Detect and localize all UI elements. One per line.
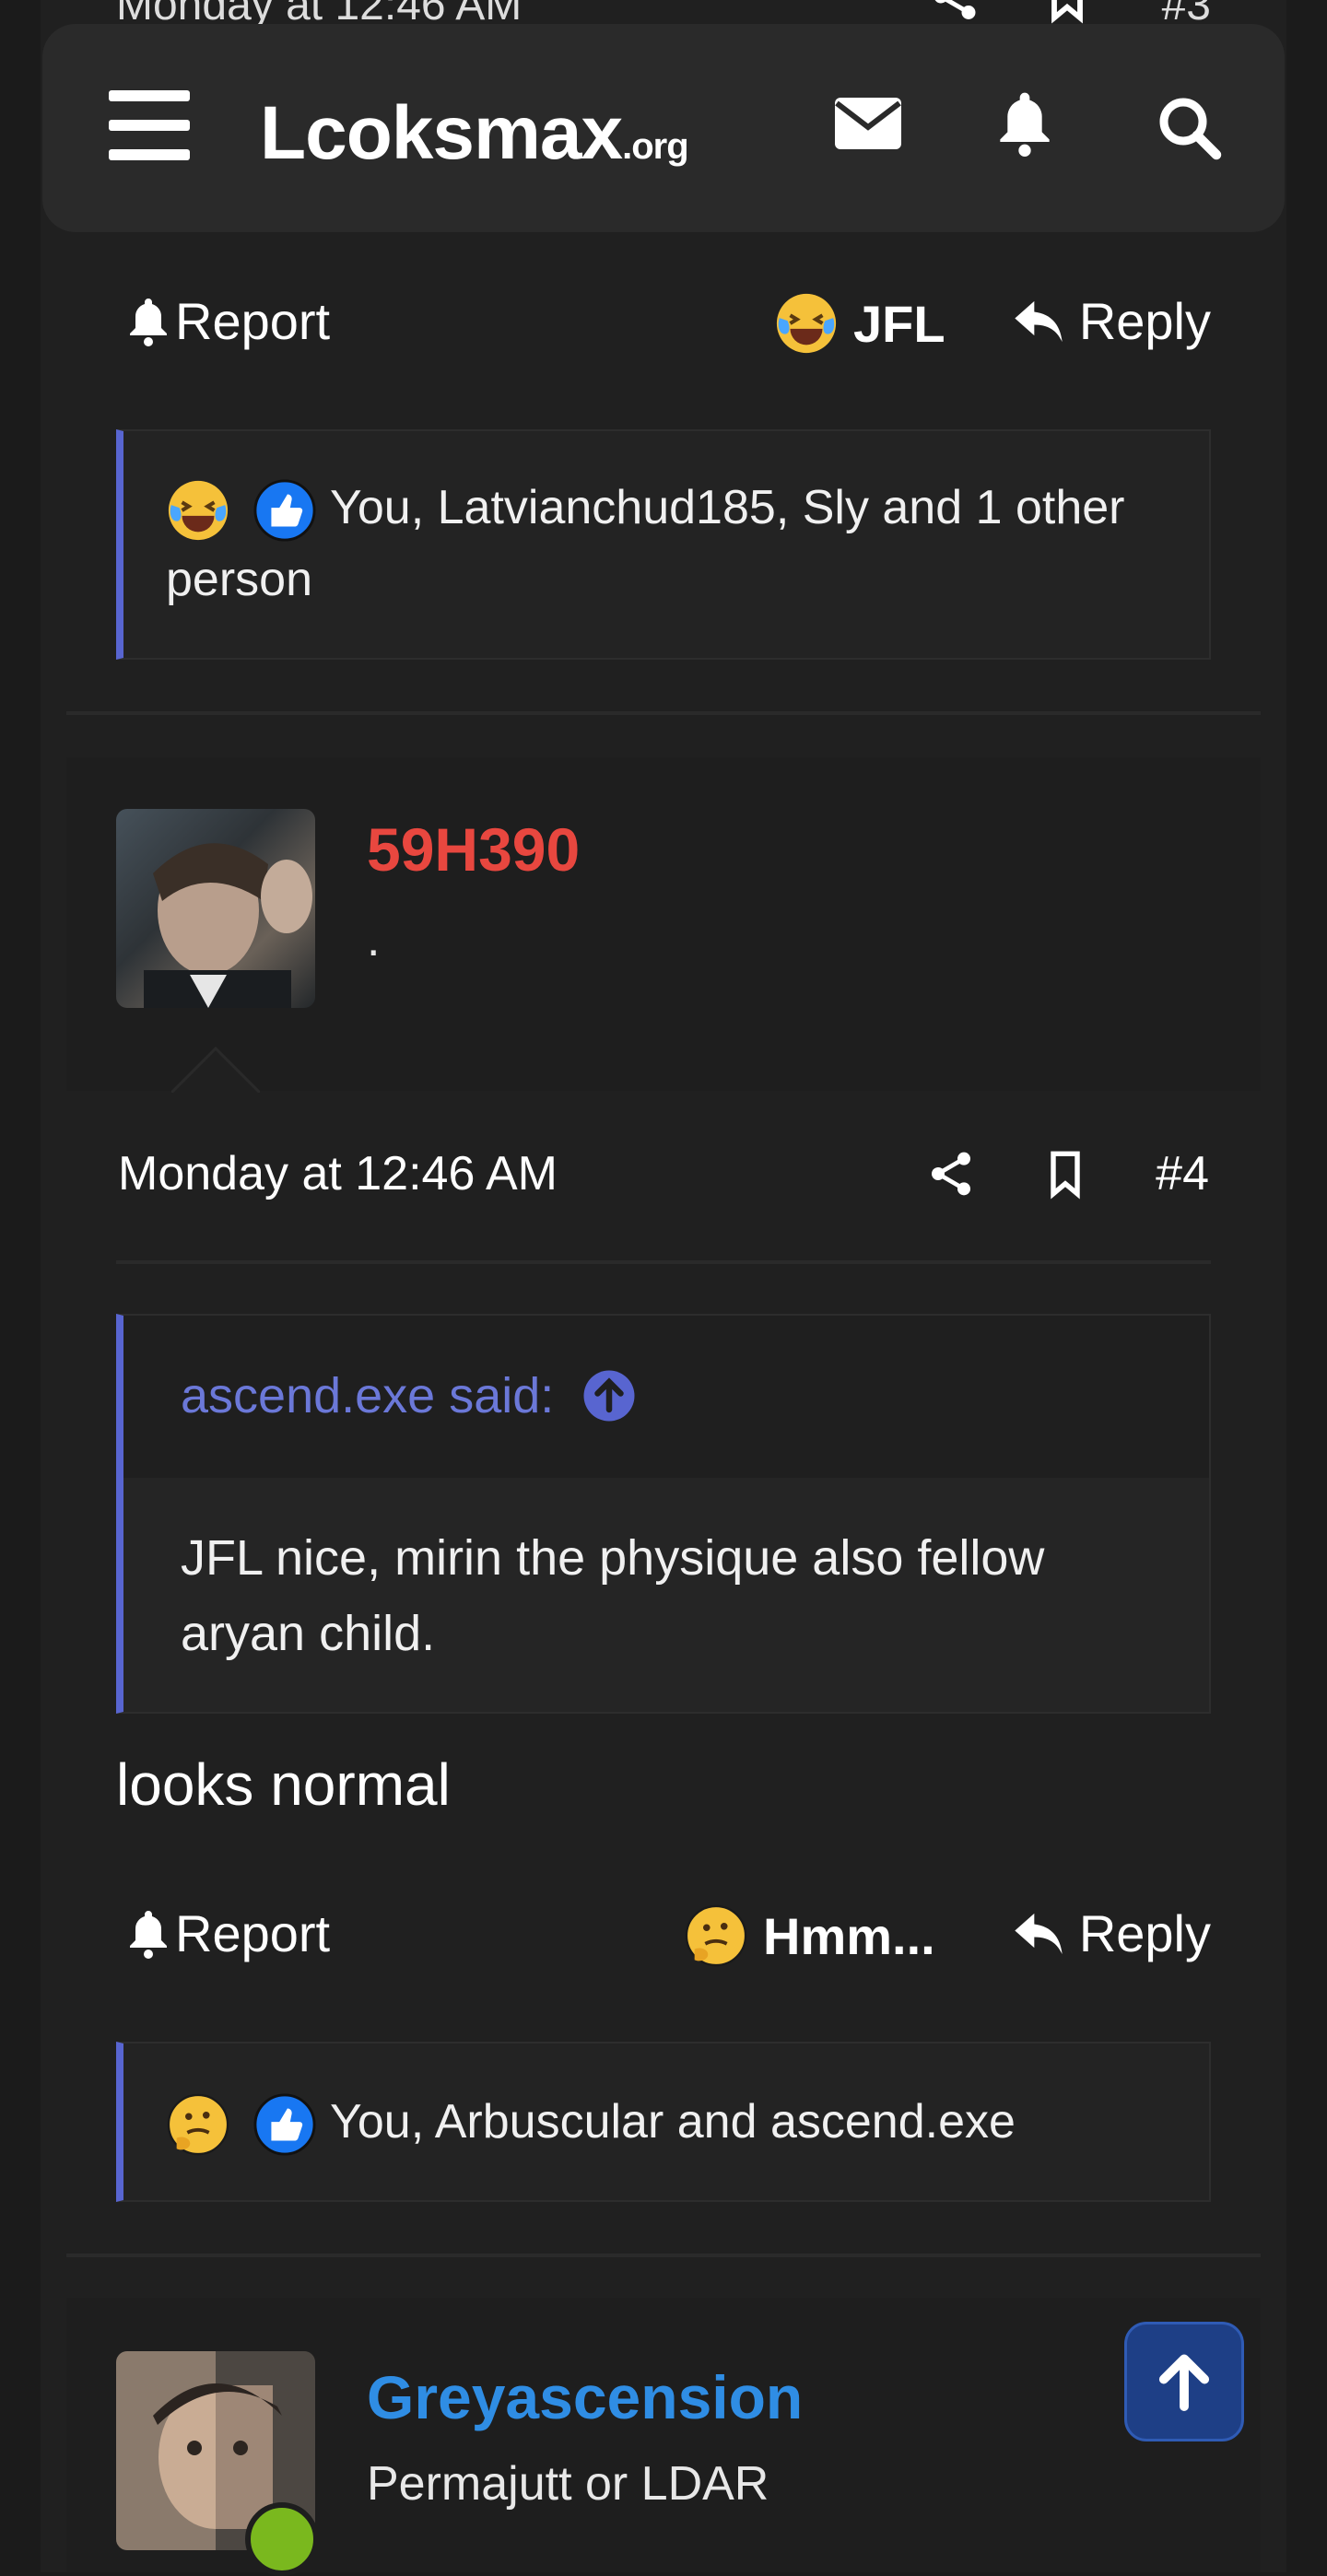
reaction-summary-text: You, Arbuscular and ascend.exe	[329, 2095, 1016, 2149]
user-title: Permajutt or LDAR	[367, 2457, 769, 2511]
like-icon	[253, 2093, 316, 2156]
username[interactable]: Greyascension	[367, 2362, 803, 2432]
previous-post-meta: Monday at 12:46 AM #3	[116, 0, 1211, 29]
post-date[interactable]: Monday at 12:46 AM	[118, 1146, 558, 1201]
report-label: Report	[175, 1904, 331, 1962]
reply-label: Reply	[1078, 1904, 1211, 1962]
share-icon[interactable]	[925, 1146, 977, 1201]
reply-button[interactable]: Reply	[1013, 291, 1211, 351]
reply-button[interactable]: Reply	[1013, 1903, 1211, 1963]
post-actions: Report JFL Reply	[116, 291, 1211, 356]
laughing-crying-emoji-icon	[168, 481, 229, 541]
reply-icon	[1015, 1913, 1063, 1954]
reaction-label: JFL	[853, 294, 945, 353]
search-icon[interactable]	[1156, 94, 1222, 160]
thinking-emoji-icon	[685, 1904, 747, 1967]
message-arrow	[171, 1047, 260, 1093]
reaction-summary[interactable]: You, Arbuscular and ascend.exe	[116, 2042, 1211, 2202]
post-number[interactable]: #4	[1156, 1146, 1209, 1201]
avatar[interactable]	[116, 809, 315, 1008]
site-logo[interactable]: Lcoksmax.org	[260, 90, 689, 177]
quote-author: ascend.exe said:	[181, 1368, 555, 1423]
thinking-emoji-icon	[167, 2094, 229, 2156]
reaction-button[interactable]: JFL	[774, 291, 945, 356]
bell-icon	[130, 1910, 167, 1959]
bell-icon[interactable]	[995, 90, 1054, 157]
scroll-to-top-button[interactable]	[1124, 2322, 1244, 2441]
report-button[interactable]: Report	[125, 291, 330, 351]
reply-label: Reply	[1078, 292, 1211, 350]
username[interactable]: 59H390	[367, 814, 580, 884]
user-title: .	[367, 913, 381, 966]
online-status-indicator	[245, 2502, 319, 2576]
bookmark-icon[interactable]	[1041, 0, 1093, 24]
logo-main: Lcoksmax	[260, 91, 623, 175]
reply-icon	[1015, 300, 1063, 342]
arrow-up-icon	[1158, 2354, 1210, 2411]
quote-block: ascend.exe said: JFL nice, mirin the phy…	[116, 1314, 1211, 1714]
post-actions: Report Hmm... Reply	[116, 1903, 1211, 1968]
post-body: looks normal	[116, 1751, 451, 1818]
like-icon	[253, 479, 316, 542]
report-button[interactable]: Report	[125, 1903, 330, 1963]
share-icon[interactable]	[927, 0, 982, 24]
quote-author-link[interactable]: ascend.exe said:	[181, 1367, 637, 1424]
post-user-block: 59H390 .	[66, 757, 1261, 1091]
top-navigation-bar: Lcoksmax.org	[42, 24, 1285, 232]
bookmark-icon[interactable]	[1041, 1146, 1089, 1201]
bell-icon	[130, 298, 167, 346]
reaction-button[interactable]: Hmm...	[684, 1903, 935, 1968]
reaction-summary[interactable]: You, Latvianchud185, Sly and 1 other per…	[116, 429, 1211, 660]
quote-text: JFL nice, mirin the physique also fellow…	[181, 1530, 1045, 1661]
report-label: Report	[175, 292, 331, 350]
mail-icon[interactable]	[835, 98, 901, 149]
post-divider	[66, 711, 1261, 715]
post-meta: Monday at 12:46 AM #4	[116, 1146, 1211, 1211]
arrow-up-circle-icon[interactable]	[581, 1368, 637, 1423]
reaction-label: Hmm...	[763, 1906, 935, 1965]
laughing-crying-emoji-icon	[776, 293, 837, 354]
meta-divider	[116, 1260, 1211, 1264]
post-divider	[66, 2254, 1261, 2257]
menu-icon[interactable]	[109, 90, 190, 160]
logo-suffix: .org	[622, 126, 689, 167]
